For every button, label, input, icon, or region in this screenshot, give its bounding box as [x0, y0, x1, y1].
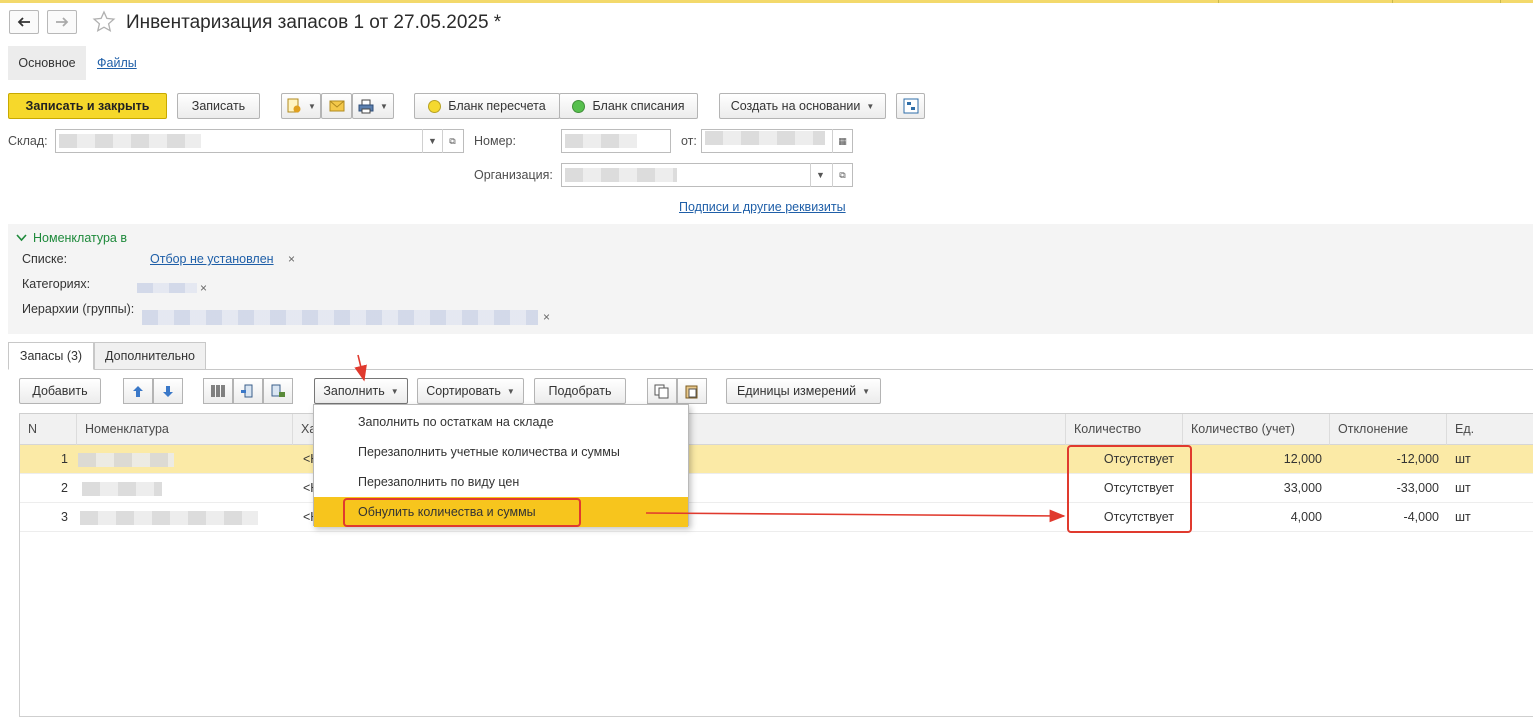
annotation-arrows [354, 354, 1066, 523]
arrow-to-quantity [645, 509, 1066, 523]
arrow-to-fill-button [354, 354, 367, 382]
